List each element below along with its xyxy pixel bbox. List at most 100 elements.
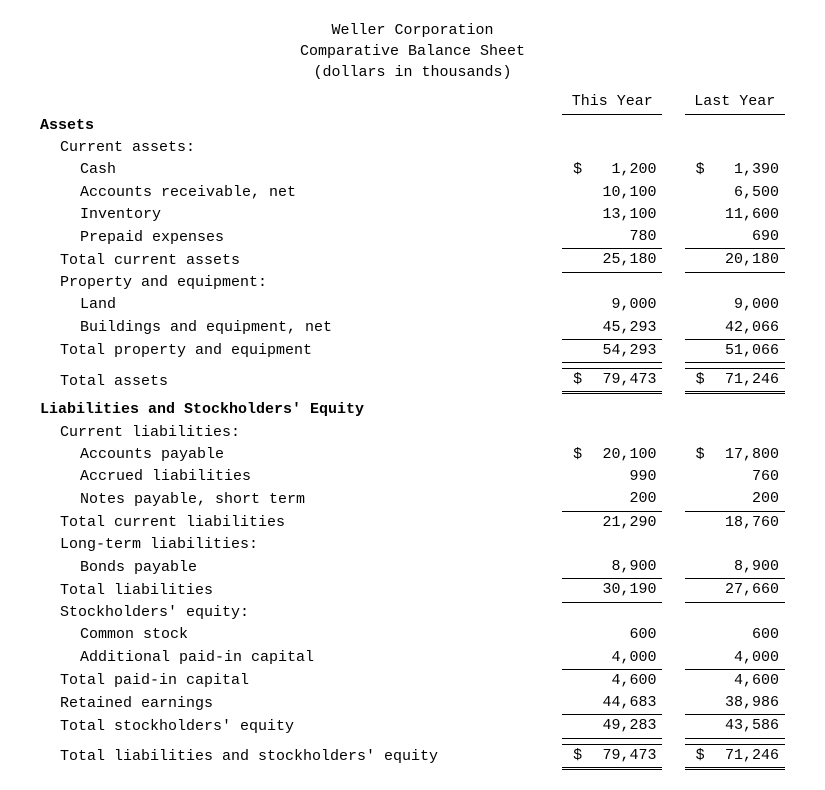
label-notes: Notes payable, short term [40, 488, 562, 511]
liabilities-section-header: Liabilities and Stockholders' Equity [40, 399, 562, 421]
document-header: Weller Corporation Comparative Balance S… [40, 20, 785, 83]
val-land-1: 9,000 [584, 294, 662, 316]
row-ar: Accounts receivable, net 10,100 6,500 [40, 182, 785, 204]
val-tcl-1: 21,290 [584, 511, 662, 534]
label-total-ca: Total current assets [40, 249, 562, 272]
label-inventory: Inventory [40, 204, 562, 226]
val-tliab-2: 27,660 [707, 579, 785, 602]
val-land-2: 9,000 [707, 294, 785, 316]
cur-ap-1: $ [562, 444, 584, 466]
cur-cash-1: $ [562, 159, 584, 181]
val-tppe-1: 54,293 [584, 339, 662, 362]
row-total-current-assets: Total current assets 25,180 20,180 [40, 249, 785, 272]
label-total-ppe: Total property and equipment [40, 339, 562, 362]
val-ta-2: 71,246 [707, 369, 785, 393]
val-notes-1: 200 [584, 488, 662, 511]
label-total-cl: Total current liabilities [40, 511, 562, 534]
row-total-ppe: Total property and equipment 54,293 51,0… [40, 339, 785, 362]
label-total-equity: Total stockholders' equity [40, 715, 562, 738]
val-cash-2: 1,390 [707, 159, 785, 181]
row-inventory: Inventory 13,100 11,600 [40, 204, 785, 226]
row-total-liabilities: Total liabilities 30,190 27,660 [40, 579, 785, 602]
val-ar-2: 6,500 [707, 182, 785, 204]
label-total-liab: Total liabilities [40, 579, 562, 602]
row-retained-earnings: Retained earnings 44,683 38,986 [40, 692, 785, 715]
val-prepaid-1: 780 [584, 226, 662, 249]
row-cash: Cash $ 1,200 $ 1,390 [40, 159, 785, 181]
val-tca-2: 20,180 [707, 249, 785, 272]
val-bldg-1: 45,293 [584, 317, 662, 340]
column-header-last-year: Last Year [685, 91, 785, 115]
val-teq-2: 43,586 [707, 715, 785, 738]
val-accr-1: 990 [584, 466, 662, 488]
row-apic: Additional paid-in capital 4,000 4,000 [40, 647, 785, 670]
val-teq-1: 49,283 [584, 715, 662, 738]
val-ar-1: 10,100 [584, 182, 662, 204]
val-apic-1: 4,000 [584, 647, 662, 670]
row-accrued: Accrued liabilities 990 760 [40, 466, 785, 488]
label-prepaid: Prepaid expenses [40, 226, 562, 249]
label-ap: Accounts payable [40, 444, 562, 466]
val-apic-2: 4,000 [707, 647, 785, 670]
row-land: Land 9,000 9,000 [40, 294, 785, 316]
val-bonds-2: 8,900 [707, 556, 785, 579]
balance-sheet: Weller Corporation Comparative Balance S… [40, 20, 785, 770]
val-ap-2: 17,800 [707, 444, 785, 466]
val-cash-1: 1,200 [584, 159, 662, 181]
current-liabilities-title: Current liabilities: [40, 422, 562, 444]
val-inv-2: 11,600 [707, 204, 785, 226]
val-notes-2: 200 [707, 488, 785, 511]
val-common-1: 600 [584, 624, 662, 646]
balance-sheet-table: This Year Last Year Assets Current asset… [40, 91, 785, 770]
row-bonds: Bonds payable 8,900 8,900 [40, 556, 785, 579]
val-inv-1: 13,100 [584, 204, 662, 226]
row-buildings: Buildings and equipment, net 45,293 42,0… [40, 317, 785, 340]
label-common: Common stock [40, 624, 562, 646]
cur-tlse-2: $ [685, 744, 707, 768]
label-bonds: Bonds payable [40, 556, 562, 579]
val-bonds-1: 8,900 [584, 556, 662, 579]
val-common-2: 600 [707, 624, 785, 646]
document-units: (dollars in thousands) [40, 62, 785, 83]
val-ap-1: 20,100 [584, 444, 662, 466]
document-title: Comparative Balance Sheet [40, 41, 785, 62]
label-bldg: Buildings and equipment, net [40, 317, 562, 340]
row-total-assets: Total assets $ 79,473 $ 71,246 [40, 369, 785, 393]
label-land: Land [40, 294, 562, 316]
row-total-liabilities-equity: Total liabilities and stockholders' equi… [40, 744, 785, 768]
row-prepaid: Prepaid expenses 780 690 [40, 226, 785, 249]
cur-ap-2: $ [685, 444, 707, 466]
val-tcl-2: 18,760 [707, 511, 785, 534]
row-total-current-liabilities: Total current liabilities 21,290 18,760 [40, 511, 785, 534]
cur-ta-1: $ [562, 369, 584, 393]
cur-cash-2: $ [685, 159, 707, 181]
label-apic: Additional paid-in capital [40, 647, 562, 670]
row-ap: Accounts payable $ 20,100 $ 17,800 [40, 444, 785, 466]
val-tlse-2: 71,246 [707, 744, 785, 768]
ppe-title: Property and equipment: [40, 272, 562, 294]
label-re: Retained earnings [40, 692, 562, 715]
cur-tlse-1: $ [562, 744, 584, 768]
row-notes: Notes payable, short term 200 200 [40, 488, 785, 511]
current-assets-title: Current assets: [40, 137, 562, 159]
row-total-equity: Total stockholders' equity 49,283 43,586 [40, 715, 785, 738]
val-ta-1: 79,473 [584, 369, 662, 393]
column-header-this-year: This Year [562, 91, 662, 115]
label-ar: Accounts receivable, net [40, 182, 562, 204]
val-re-2: 38,986 [707, 692, 785, 715]
label-cash: Cash [40, 159, 562, 181]
val-tlse-1: 79,473 [584, 744, 662, 768]
lt-liabilities-title: Long-term liabilities: [40, 534, 562, 556]
equity-title: Stockholders' equity: [40, 602, 562, 624]
company-name: Weller Corporation [40, 20, 785, 41]
label-total-lse: Total liabilities and stockholders' equi… [40, 744, 562, 768]
val-tppe-2: 51,066 [707, 339, 785, 362]
assets-section-header: Assets [40, 115, 562, 137]
val-re-1: 44,683 [584, 692, 662, 715]
cur-ta-2: $ [685, 369, 707, 393]
label-accrued: Accrued liabilities [40, 466, 562, 488]
val-prepaid-2: 690 [707, 226, 785, 249]
val-tliab-1: 30,190 [584, 579, 662, 602]
label-total-assets: Total assets [40, 369, 562, 393]
val-accr-2: 760 [707, 466, 785, 488]
